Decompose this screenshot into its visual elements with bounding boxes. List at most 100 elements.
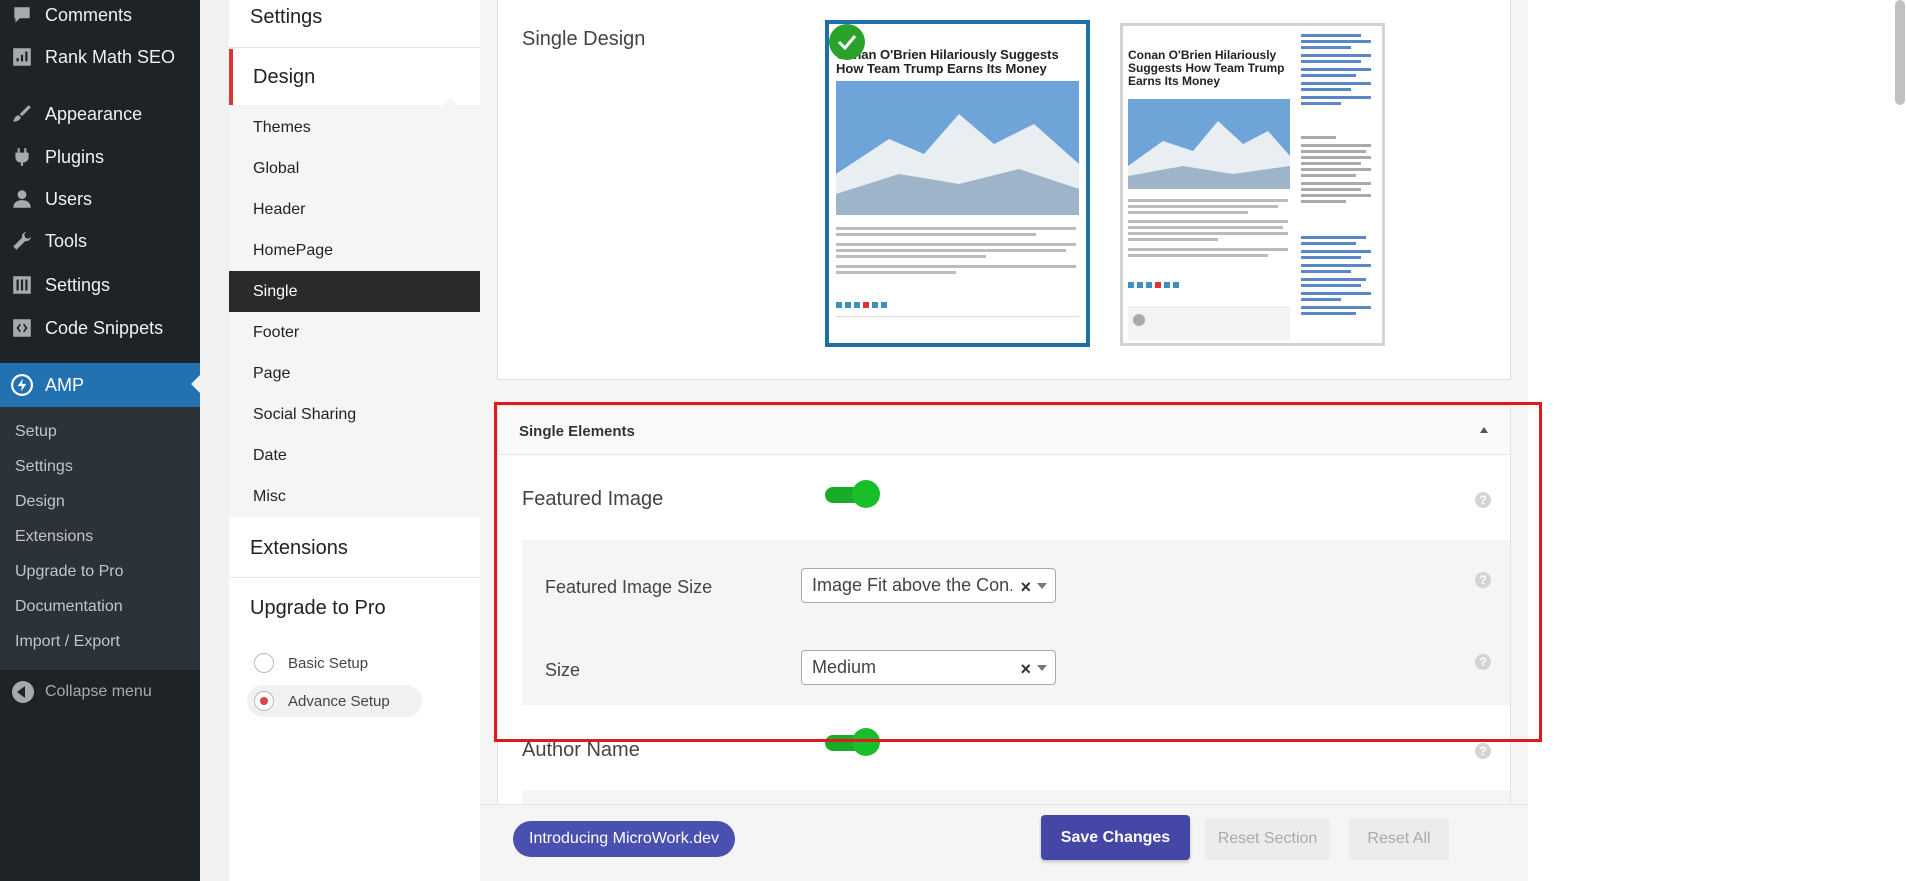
author-name-label: Author Name bbox=[522, 739, 640, 761]
menu-tools[interactable]: Tools bbox=[0, 220, 200, 262]
menu-rank-math[interactable]: Rank Math SEO bbox=[0, 36, 200, 78]
plug-icon bbox=[10, 145, 34, 169]
submenu-documentation[interactable]: Documentation bbox=[15, 598, 123, 616]
featured-image-size-label: Featured Image Size bbox=[545, 577, 713, 597]
nav-design-heading[interactable]: Design bbox=[229, 49, 480, 106]
menu-settings[interactable]: Settings bbox=[0, 264, 200, 306]
introducing-microwork-button[interactable]: Introducing MicroWork.dev bbox=[513, 821, 735, 857]
code-icon bbox=[10, 316, 34, 340]
nav-item-misc[interactable]: Misc bbox=[229, 476, 480, 517]
help-icon[interactable]: ? bbox=[1475, 492, 1491, 508]
nav-item-social-sharing[interactable]: Social Sharing bbox=[229, 394, 480, 435]
nav-design-label: Design bbox=[253, 65, 316, 88]
single-elements-header[interactable]: Single Elements bbox=[498, 406, 1510, 455]
size-select[interactable]: Medium × bbox=[801, 650, 1056, 685]
nav-item-homepage[interactable]: HomePage bbox=[229, 230, 480, 271]
scrollbar[interactable] bbox=[1895, 0, 1905, 105]
nav-upgrade-heading[interactable]: Upgrade to Pro bbox=[229, 597, 480, 620]
menu-label: Tools bbox=[45, 230, 88, 251]
amp-lightning-icon bbox=[10, 373, 34, 397]
single-elements-title: Single Elements bbox=[519, 423, 635, 440]
chevron-down-icon[interactable] bbox=[1037, 665, 1047, 671]
radio-button-selected[interactable] bbox=[254, 691, 274, 711]
submenu-setup[interactable]: Setup bbox=[15, 423, 57, 441]
clear-icon[interactable]: × bbox=[1020, 659, 1031, 680]
settings-nav: Settings Design Themes Global Header Hom… bbox=[229, 0, 480, 881]
menu-amp[interactable]: AMP bbox=[0, 363, 200, 407]
preview-headline: Conan O'Brien Hilariously Suggests How T… bbox=[836, 47, 1059, 76]
select-value: Medium bbox=[812, 657, 877, 677]
menu-plugins[interactable]: Plugins bbox=[0, 136, 200, 178]
design-option-1[interactable]: Conan O'Brien Hilariously Suggests How T… bbox=[825, 20, 1090, 347]
single-design-label: Single Design bbox=[522, 28, 646, 50]
clear-icon[interactable]: × bbox=[1020, 577, 1031, 598]
submenu-design[interactable]: Design bbox=[15, 493, 65, 511]
nav-item-themes[interactable]: Themes bbox=[229, 107, 480, 148]
radio-label: Basic Setup bbox=[288, 654, 369, 672]
right-whitespace bbox=[1528, 0, 1906, 881]
menu-label: Plugins bbox=[45, 146, 105, 167]
rank-math-icon bbox=[10, 45, 34, 69]
nav-item-header[interactable]: Header bbox=[229, 189, 480, 230]
menu-code-snippets[interactable]: Code Snippets bbox=[0, 307, 200, 349]
collapse-up-icon[interactable] bbox=[1480, 427, 1488, 433]
menu-label: Rank Math SEO bbox=[45, 46, 176, 67]
radio-advance-setup[interactable]: Advance Setup bbox=[247, 685, 422, 717]
collapse-menu[interactable]: Collapse menu bbox=[0, 680, 200, 704]
amp-submenu: Setup Settings Design Extensions Upgrade… bbox=[0, 407, 200, 670]
help-icon[interactable]: ? bbox=[1475, 654, 1491, 670]
submenu-settings[interactable]: Settings bbox=[15, 458, 73, 476]
nav-item-date[interactable]: Date bbox=[229, 435, 480, 476]
nav-item-single[interactable]: Single bbox=[229, 271, 480, 312]
menu-label: Settings bbox=[45, 274, 111, 295]
radio-label: Advance Setup bbox=[288, 692, 390, 710]
divider bbox=[229, 577, 480, 578]
menu-label: Comments bbox=[45, 4, 133, 25]
menu-users[interactable]: Users bbox=[0, 178, 200, 220]
single-design-panel: Single Design Conan O'Brien Hilariously … bbox=[497, 0, 1511, 380]
menu-appearance[interactable]: Appearance bbox=[0, 93, 200, 135]
submenu-upgrade[interactable]: Upgrade to Pro bbox=[15, 563, 124, 581]
design-subnav: Themes Global Header HomePage Single Foo… bbox=[229, 105, 480, 517]
nav-settings-heading[interactable]: Settings bbox=[229, 6, 480, 29]
wp-admin-sidebar: Comments Rank Math SEO Appearance Plugin… bbox=[0, 0, 200, 881]
size-label: Size bbox=[545, 660, 581, 680]
next-subgroup bbox=[522, 790, 1510, 805]
divider bbox=[229, 47, 480, 48]
nav-extensions-heading[interactable]: Extensions bbox=[229, 537, 480, 560]
featured-image-label: Featured Image bbox=[522, 488, 664, 510]
nav-item-global[interactable]: Global bbox=[229, 148, 480, 189]
single-elements-panel: Single Elements Featured Image ? Feature… bbox=[497, 405, 1511, 805]
menu-label: Code Snippets bbox=[45, 317, 164, 338]
toggle-knob bbox=[852, 728, 880, 756]
help-icon[interactable]: ? bbox=[1475, 743, 1491, 759]
menu-label: Users bbox=[45, 188, 93, 209]
chevron-down-icon[interactable] bbox=[1037, 583, 1047, 589]
radio-basic-setup[interactable]: Basic Setup bbox=[247, 647, 422, 679]
featured-image-toggle[interactable] bbox=[825, 480, 881, 508]
help-icon[interactable]: ? bbox=[1475, 572, 1491, 588]
selected-check-icon bbox=[829, 24, 865, 60]
menu-label: Appearance bbox=[45, 103, 143, 124]
toggle-knob bbox=[852, 480, 880, 508]
preview-headline: Conan O'Brien Hilariously Suggests How T… bbox=[1128, 48, 1285, 88]
design-option-2[interactable]: Conan O'Brien Hilariously Suggests How T… bbox=[1120, 23, 1385, 346]
menu-comments[interactable]: Comments bbox=[0, 0, 200, 36]
author-name-toggle[interactable] bbox=[825, 728, 881, 756]
reset-all-button[interactable]: Reset All bbox=[1349, 818, 1449, 860]
user-icon bbox=[10, 187, 34, 211]
submenu-extensions[interactable]: Extensions bbox=[15, 528, 93, 546]
select-value: Image Fit above the Con... bbox=[812, 575, 1012, 595]
wrench-icon bbox=[10, 229, 34, 253]
collapse-label: Collapse menu bbox=[45, 683, 152, 700]
save-changes-button[interactable]: Save Changes bbox=[1041, 815, 1190, 860]
nav-item-footer[interactable]: Footer bbox=[229, 312, 480, 353]
nav-item-page[interactable]: Page bbox=[229, 353, 480, 394]
collapse-arrow-icon bbox=[12, 681, 34, 703]
comment-icon bbox=[10, 3, 34, 27]
sliders-icon bbox=[10, 273, 34, 297]
reset-section-button[interactable]: Reset Section bbox=[1205, 818, 1330, 860]
submenu-import-export[interactable]: Import / Export bbox=[15, 633, 120, 651]
radio-button[interactable] bbox=[254, 653, 274, 673]
featured-image-size-select[interactable]: Image Fit above the Con... × bbox=[801, 568, 1056, 603]
